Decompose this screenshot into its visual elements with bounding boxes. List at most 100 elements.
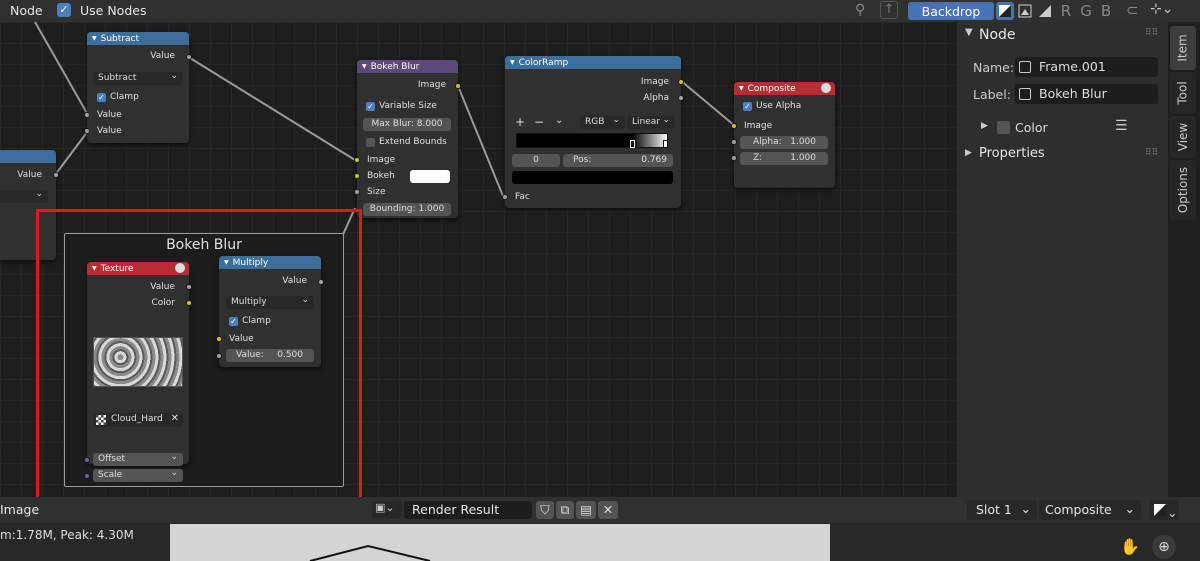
output-image-socket[interactable]	[455, 83, 461, 89]
output-image-socket[interactable]	[678, 79, 684, 85]
output-socket[interactable]	[53, 172, 59, 178]
input-image-label: Image	[744, 121, 773, 131]
channel-b-button[interactable]: B	[1097, 2, 1115, 20]
expand-arrow-icon[interactable]: ▶	[981, 121, 988, 131]
remove-stop-button[interactable]: −	[534, 115, 544, 129]
composite-node-header[interactable]: ▼ Composite	[734, 82, 835, 95]
slot-dropdown[interactable]: Slot 1 ⌄	[967, 500, 1037, 520]
pin-icon[interactable]: ⚲	[855, 2, 865, 18]
image-menu[interactable]: Image	[0, 502, 39, 517]
image-browse-button[interactable]: ▣⌄	[372, 501, 402, 519]
ramp-stop-white[interactable]	[663, 140, 668, 148]
input-size-socket[interactable]	[354, 189, 360, 195]
input-socket-2[interactable]	[84, 128, 90, 134]
color-mode-dropdown[interactable]: RGB	[580, 114, 625, 129]
input-socket-1[interactable]	[84, 112, 90, 118]
composite-node[interactable]: ▼ Composite ✓ Use Alpha Image Alpha: 1.00…	[731, 82, 835, 188]
channel-g-button[interactable]: G	[1077, 2, 1095, 20]
use-alpha-checkbox[interactable]: ✓	[743, 102, 752, 111]
node-editor-canvas[interactable]: Value ▼Subtract Value Subtract ✓ Clamp V…	[0, 22, 957, 497]
extend-bounds-checkbox[interactable]	[366, 138, 375, 147]
channel-r-button[interactable]: R	[1057, 2, 1075, 20]
drag-handle-icon[interactable]: ⠿⠿	[1145, 28, 1158, 38]
duplicate-icon[interactable]: ⧉	[556, 501, 574, 519]
alpha-field[interactable]: Alpha: 1.000	[740, 136, 828, 149]
max-blur-field[interactable]: Max Blur: 8.000	[363, 118, 451, 131]
subtract-node[interactable]: ▼Subtract Value Subtract ✓ Clamp Value V…	[84, 32, 192, 143]
input-image-socket[interactable]	[731, 123, 737, 129]
backdrop-button[interactable]: Backdrop	[908, 2, 994, 20]
list-menu-icon[interactable]: ☰	[1115, 118, 1128, 134]
open-folder-icon[interactable]: ▤	[576, 501, 596, 519]
color-ramp-node[interactable]: ▼ColorRamp Image Alpha + − ⌄ RGB Linear …	[502, 56, 684, 208]
tab-item[interactable]: Item	[1170, 26, 1196, 70]
extend-bounds-label: Extend Bounds	[379, 137, 447, 147]
output-image-label: Image	[417, 80, 446, 90]
collapse-triangle-icon[interactable]: ▼	[510, 59, 515, 66]
output-socket[interactable]	[186, 54, 192, 60]
gizmo-icon[interactable]: ⊹⌄	[1150, 1, 1173, 17]
render-result-image[interactable]	[170, 524, 830, 561]
operation-dropdown[interactable]: Subtract	[93, 70, 183, 85]
zoom-icon[interactable]: ⊕	[1152, 535, 1176, 559]
color-ramp-node-header[interactable]: ▼ ColorRamp	[505, 56, 681, 69]
ramp-stop-black[interactable]	[630, 140, 635, 148]
node-preview-icon[interactable]	[821, 83, 831, 93]
stop-color-swatch[interactable]	[512, 171, 673, 184]
output-alpha-label: Alpha	[643, 93, 669, 103]
output-alpha-socket[interactable]	[678, 95, 684, 101]
label-field[interactable]: Bokeh Blur	[1015, 84, 1158, 104]
input-fac-label: Fac	[515, 192, 530, 202]
drag-handle-icon[interactable]: ⠿⠿	[1145, 148, 1158, 158]
node-editor-header: Node ✓ Use Nodes ⚲ ↑ Backdrop R G B ⊂ ⊹⌄	[0, 0, 1200, 22]
expand-arrow-icon[interactable]: ▶	[965, 148, 972, 158]
name-field[interactable]: Frame.001	[1015, 57, 1158, 77]
tab-options[interactable]: Options	[1170, 160, 1196, 220]
clamp-checkbox[interactable]: ✓	[97, 93, 106, 102]
z-field[interactable]: Z: 1.000	[740, 152, 828, 165]
input-bokeh-socket[interactable]	[354, 173, 360, 179]
position-field[interactable]: Pos: 0.769	[563, 154, 673, 167]
render-shape	[309, 544, 431, 561]
bokeh-blur-node[interactable]: ▼ Bokeh Blur Image ✓ Variable Size Max Bl…	[354, 60, 461, 218]
bokeh-color-swatch[interactable]	[410, 170, 450, 183]
display-alpha-icon[interactable]	[1036, 2, 1054, 20]
input-image-socket[interactable]	[354, 157, 360, 163]
image-name-field[interactable]: Render Result	[404, 501, 532, 519]
snap-icon[interactable]: ⊂	[1126, 1, 1139, 19]
node-menu[interactable]: Node	[10, 3, 43, 18]
collapse-triangle-icon[interactable]: ▼	[92, 35, 97, 42]
input-fac-socket[interactable]	[502, 194, 508, 200]
display-color-icon[interactable]	[1016, 2, 1034, 20]
node-title: Composite	[747, 83, 796, 94]
color-ramp-gradient[interactable]	[516, 133, 668, 148]
partial-dropdown[interactable]	[0, 188, 48, 203]
render-layer-dropdown[interactable]: Composite ⌄	[1039, 500, 1141, 520]
input-z-socket[interactable]	[731, 155, 737, 161]
add-stop-button[interactable]: +	[515, 115, 525, 129]
input-bokeh-label: Bokeh	[367, 171, 395, 181]
bounding-field[interactable]: Bounding: 1.000	[363, 203, 451, 216]
display-channels-button[interactable]: ⌄	[1149, 500, 1179, 520]
pan-hand-icon[interactable]: ✋	[1120, 537, 1140, 556]
tab-view[interactable]: View	[1170, 116, 1196, 158]
tab-tool[interactable]: Tool	[1170, 72, 1196, 114]
collapse-triangle-icon[interactable]: ▼	[739, 85, 744, 92]
subtract-node-header[interactable]: ▼ Subtract	[87, 32, 189, 45]
ramp-menu-chevron-icon[interactable]: ⌄	[555, 115, 563, 126]
display-color-alpha-icon[interactable]	[996, 2, 1014, 20]
use-nodes-checkbox[interactable]: ✓	[57, 3, 71, 17]
close-icon[interactable]: ✕	[598, 501, 618, 519]
stop-index-field[interactable]: 0	[512, 154, 560, 167]
collapse-arrow-icon[interactable]: ▼	[965, 27, 973, 38]
input-alpha-socket[interactable]	[731, 139, 737, 145]
parent-node-tree-icon[interactable]: ↑	[880, 1, 898, 19]
interpolation-dropdown[interactable]: Linear	[627, 114, 675, 129]
collapse-triangle-icon[interactable]: ▼	[362, 63, 367, 70]
tab-label: View	[1176, 122, 1191, 152]
fake-user-shield-icon[interactable]: ⛉	[536, 501, 554, 519]
color-checkbox[interactable]	[997, 121, 1010, 134]
properties-label[interactable]: Properties	[979, 146, 1045, 161]
bokeh-blur-node-header[interactable]: ▼ Bokeh Blur	[357, 60, 458, 73]
variable-size-checkbox[interactable]: ✓	[366, 102, 375, 111]
